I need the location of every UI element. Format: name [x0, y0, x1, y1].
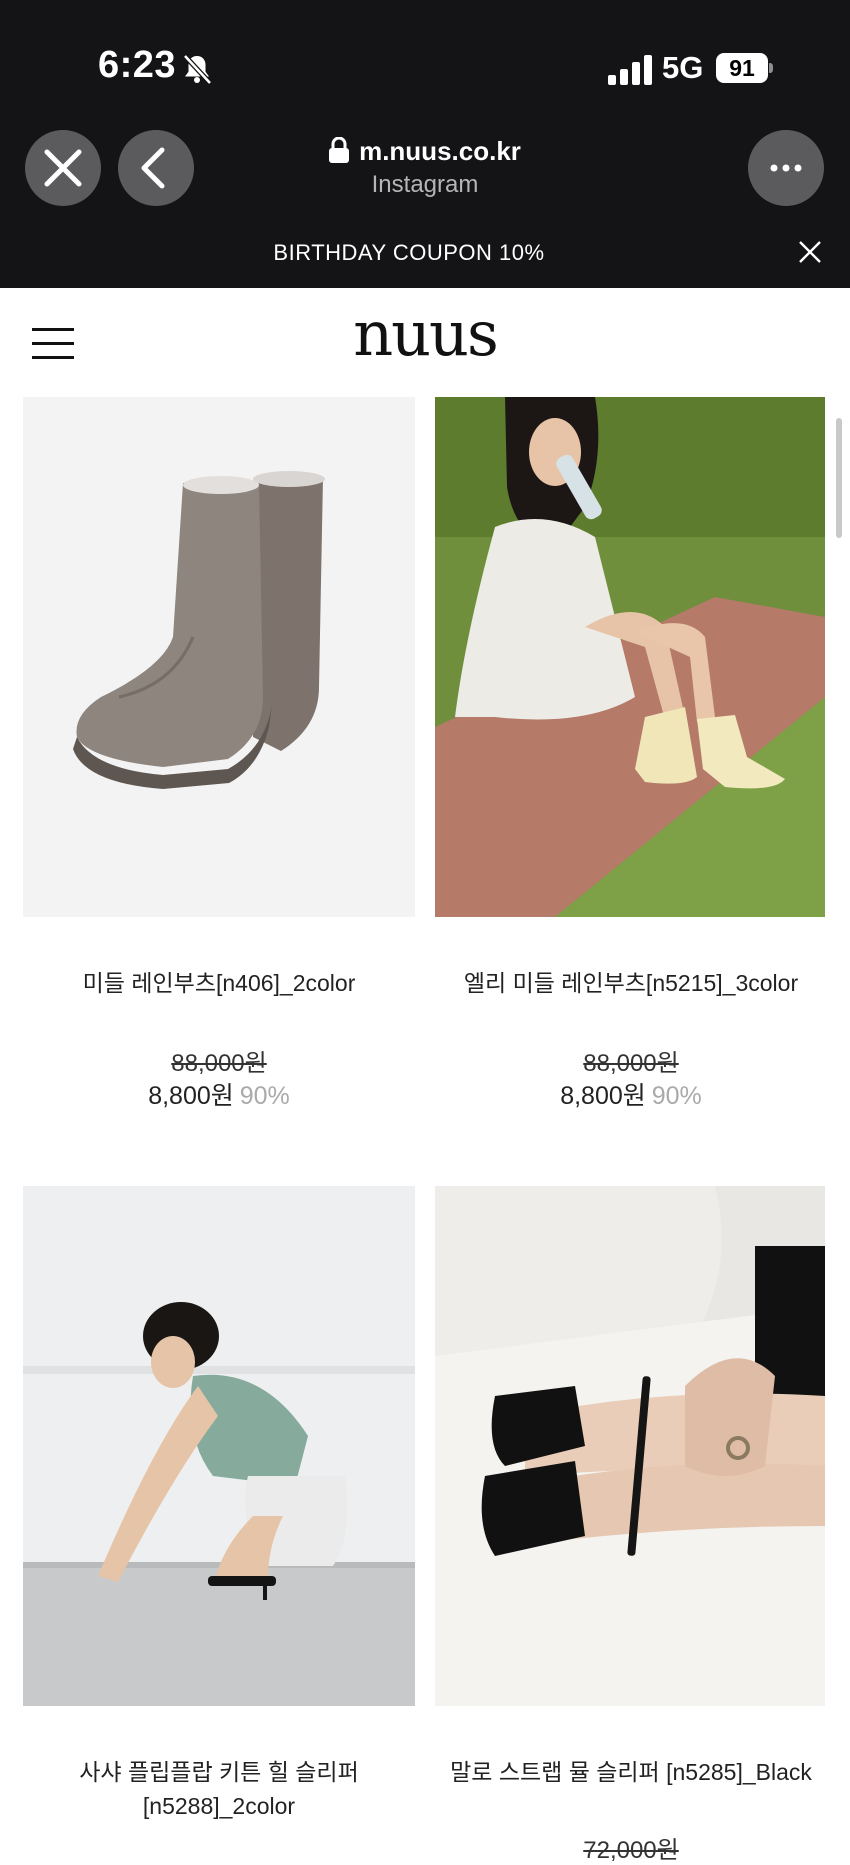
battery-icon: 91 — [716, 53, 774, 83]
browser-chrome: 6:23 5G 91 m.nuus.co.kr Instagram BIRTHD… — [0, 0, 850, 288]
chevron-left-icon — [141, 147, 165, 189]
product-image-1[interactable] — [23, 397, 415, 917]
status-time: 6:23 — [98, 44, 177, 86]
coupon-banner-text[interactable]: BIRTHDAY COUPON 10% — [0, 240, 818, 266]
product-image-2[interactable] — [435, 397, 825, 917]
product-name-1[interactable]: 미들 레인부츠[n406]_2color — [23, 966, 415, 1000]
network-label: 5G — [662, 50, 704, 85]
scrollbar[interactable] — [836, 418, 842, 538]
lock-icon — [329, 137, 350, 163]
more-icon — [770, 164, 802, 172]
site-header: nuus — [0, 288, 850, 384]
product-name-3-line1: 사샤 플립플랍 키튼 힐 슬리퍼 — [79, 1759, 359, 1785]
signal-icon — [608, 55, 652, 85]
product-name-3-line2: [n5288]_2color — [142, 1793, 296, 1819]
product-name-4[interactable]: 말로 스트랩 뮬 슬리퍼 [n5285]_Black — [435, 1755, 827, 1789]
product-price-row-2: 8,800원 90% — [435, 1076, 827, 1112]
site-logo[interactable]: nuus — [320, 302, 530, 370]
product-discount-1: 90% — [239, 1082, 290, 1110]
address-bar[interactable]: m.nuus.co.kr Instagram — [280, 136, 570, 199]
hamburger-menu-icon[interactable] — [32, 328, 74, 360]
product-price-2: 8,800원 — [560, 1082, 646, 1110]
product-original-price-2: 88,000원 — [583, 1050, 679, 1077]
close-button[interactable] — [25, 130, 101, 206]
product-image-3[interactable] — [23, 1186, 415, 1706]
product-price-row-1: 8,800원 90% — [23, 1076, 415, 1112]
url-text: m.nuus.co.kr — [359, 136, 521, 166]
product-price-1: 8,800원 — [148, 1082, 234, 1110]
product-original-price-1: 88,000원 — [171, 1050, 267, 1077]
product-discount-2: 90% — [651, 1082, 702, 1110]
back-button[interactable] — [118, 130, 194, 206]
battery-level: 91 — [716, 53, 768, 83]
bell-slash-icon — [183, 54, 212, 85]
close-icon — [44, 149, 82, 187]
svg-text:nuus: nuus — [353, 302, 497, 370]
more-options-button[interactable] — [748, 130, 824, 206]
product-image-4[interactable] — [435, 1186, 825, 1706]
url-source: Instagram — [371, 171, 479, 198]
product-name-3[interactable]: 사샤 플립플랍 키튼 힐 슬리퍼 [n5288]_2color — [23, 1755, 415, 1823]
banner-close-icon[interactable] — [796, 238, 824, 266]
product-name-2[interactable]: 엘리 미들 레인부츠[n5215]_3color — [435, 966, 827, 1000]
